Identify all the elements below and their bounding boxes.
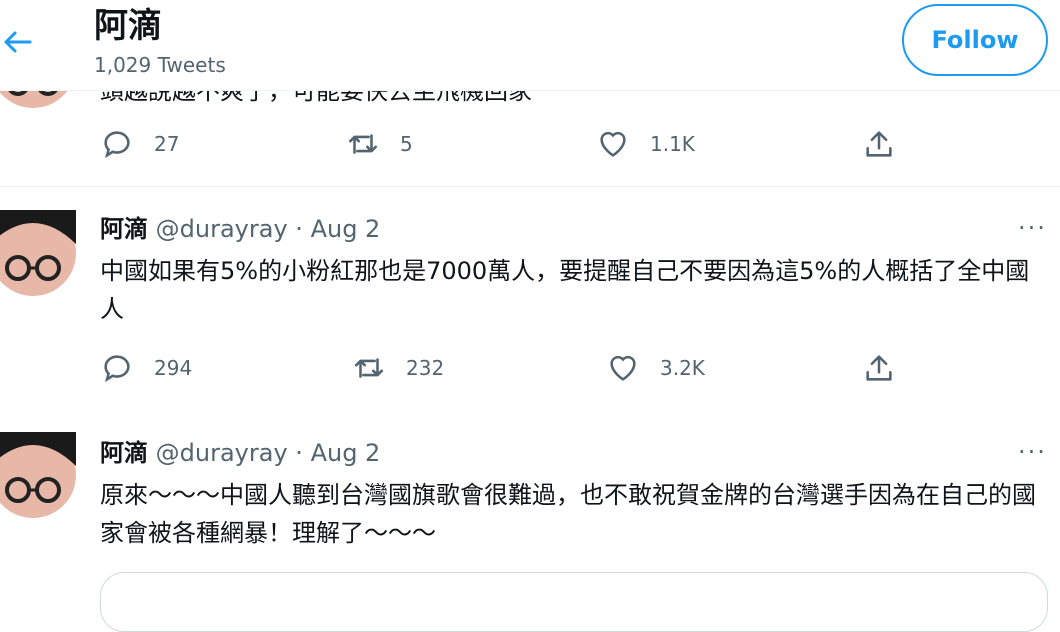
reply-count: 27: [154, 132, 180, 156]
author-handle[interactable]: @durayray: [156, 439, 288, 467]
more-options-button[interactable]: ···: [1018, 438, 1047, 466]
share-icon: [866, 355, 892, 381]
like-button[interactable]: 1.1K: [596, 126, 695, 162]
retweet-count: 5: [400, 132, 413, 156]
retweet-count: 232: [406, 356, 445, 380]
tweet-date[interactable]: Aug 2: [311, 439, 381, 467]
like-icon: [610, 355, 636, 381]
quoted-tweet-card[interactable]: [100, 572, 1048, 632]
meta-separator: ·: [295, 439, 303, 467]
avatar[interactable]: [0, 432, 76, 518]
like-count: 3.2K: [660, 356, 705, 380]
tweet-actions: 27 5 1.1K: [100, 126, 1000, 162]
like-icon: [600, 131, 626, 157]
retweet-button[interactable]: 5: [346, 126, 413, 162]
reply-button[interactable]: 294: [100, 350, 192, 386]
reply-button[interactable]: 27: [100, 126, 179, 162]
tweet-text: 中國如果有5%的小粉紅那也是7000萬人，要提醒自己不要因為這5%的人概括了全中…: [100, 257, 1030, 323]
tweet-header: 阿滴 @durayray · Aug 2: [100, 438, 380, 468]
more-options-button[interactable]: ···: [1018, 214, 1047, 242]
share-icon: [866, 131, 892, 157]
retweet-button[interactable]: 232: [352, 350, 444, 386]
tweet-text: 原來～～～中國人聽到台灣國旗歌會很難過，也不敢祝賀金牌的台灣選手因為在自己的國家…: [100, 481, 1036, 547]
retweet-icon: [348, 134, 378, 154]
tweet-date[interactable]: Aug 2: [311, 215, 381, 243]
profile-name: 阿滴: [94, 6, 162, 46]
follow-button[interactable]: Follow: [902, 4, 1048, 76]
author-handle[interactable]: @durayray: [156, 215, 288, 243]
retweet-icon: [354, 358, 384, 378]
tweet-header: 阿滴 @durayray · Aug 2: [100, 214, 380, 244]
reply-icon: [104, 355, 130, 383]
share-button[interactable]: [862, 350, 916, 386]
like-count: 1.1K: [650, 132, 695, 156]
tweet-count: 1,029 Tweets: [94, 53, 226, 77]
profile-header: 阿滴 1,029 Tweets Follow: [0, 0, 1060, 91]
reply-icon: [104, 131, 130, 159]
tweet[interactable]: 阿滴 @durayray · Aug 2 ··· 原來～～～中國人聽到台灣國旗歌…: [0, 408, 1060, 596]
reply-count: 294: [154, 356, 193, 380]
like-button[interactable]: 3.2K: [606, 350, 705, 386]
author-name[interactable]: 阿滴: [100, 215, 148, 243]
share-button[interactable]: [862, 126, 916, 162]
back-button[interactable]: [0, 24, 36, 60]
arrow-left-icon: [4, 31, 32, 53]
avatar[interactable]: [0, 210, 76, 296]
tweet-actions: 294 232 3.2K: [100, 350, 1000, 386]
tweet[interactable]: 阿滴 @durayray · Aug 2 ··· 中國如果有5%的小粉紅那也是7…: [0, 186, 1060, 409]
author-name[interactable]: 阿滴: [100, 439, 148, 467]
meta-separator: ·: [295, 215, 303, 243]
